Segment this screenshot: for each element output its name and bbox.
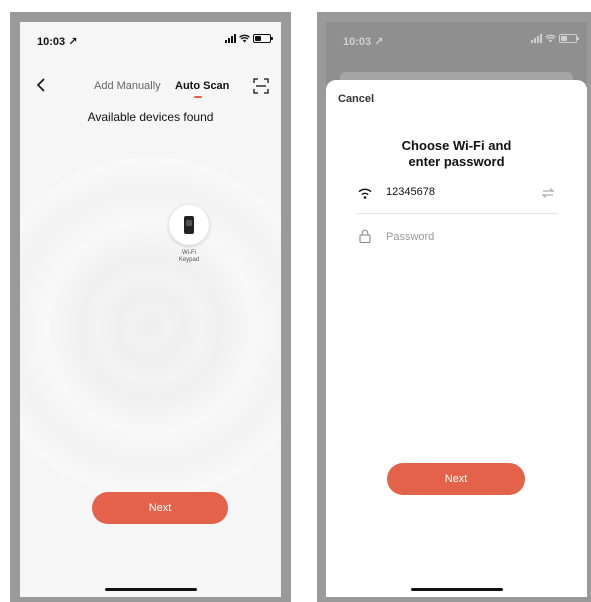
password-input[interactable]	[386, 228, 556, 246]
status-icons	[225, 34, 273, 43]
phone-frame-right: 10:03 ↗ Cancel Choose Wi-Fi and enter pa…	[317, 12, 591, 602]
keypad-icon	[184, 216, 194, 234]
wifi-password-screen: 10:03 ↗ Cancel Choose Wi-Fi and enter pa…	[326, 22, 587, 597]
status-time: 10:03 ↗	[37, 36, 78, 48]
page-title: Available devices found	[87, 110, 214, 124]
signal-icon	[225, 34, 236, 43]
wifi-icon	[358, 188, 372, 199]
device-label: Wi-Fi Keypad	[178, 250, 200, 263]
cancel-button[interactable]: Cancel	[338, 93, 374, 105]
active-tab-indicator	[194, 96, 202, 98]
auto-scan-screen: 10:03 ↗ Add Manually Auto Scan Available…	[20, 22, 281, 597]
status-icons	[531, 34, 579, 43]
signal-icon	[531, 34, 542, 43]
wifi-network-row[interactable]: 12345678	[356, 184, 558, 212]
tab-add-manually[interactable]: Add Manually	[94, 80, 161, 92]
scan-radar	[20, 157, 281, 498]
next-button[interactable]: Next	[387, 463, 525, 495]
sheet-title: Choose Wi-Fi and enter password	[401, 138, 512, 169]
battery-icon	[559, 34, 579, 43]
next-button[interactable]: Next	[92, 492, 228, 524]
qr-scan-icon[interactable]	[253, 78, 269, 94]
device-wifi-keypad[interactable]	[169, 205, 209, 245]
status-bar: 10:03 ↗	[326, 22, 587, 54]
tab-auto-scan[interactable]: Auto Scan	[175, 80, 229, 92]
top-nav: Add Manually Auto Scan	[20, 74, 281, 98]
divider	[356, 213, 558, 214]
wifi-sheet: Cancel Choose Wi-Fi and enter password 1…	[326, 80, 587, 597]
phone-frame-left: 10:03 ↗ Add Manually Auto Scan Available…	[10, 12, 291, 602]
home-indicator	[104, 588, 197, 591]
status-time: 10:03 ↗	[343, 36, 384, 48]
battery-icon	[253, 34, 273, 43]
wifi-ssid: 12345678	[386, 186, 435, 198]
home-indicator	[410, 588, 503, 591]
wifi-status-icon	[545, 34, 556, 43]
password-row	[356, 228, 558, 250]
chevron-left-icon[interactable]	[34, 77, 50, 93]
lock-icon	[359, 229, 371, 243]
wifi-status-icon	[239, 34, 250, 43]
swap-icon[interactable]	[542, 188, 554, 198]
status-bar: 10:03 ↗	[20, 22, 281, 54]
